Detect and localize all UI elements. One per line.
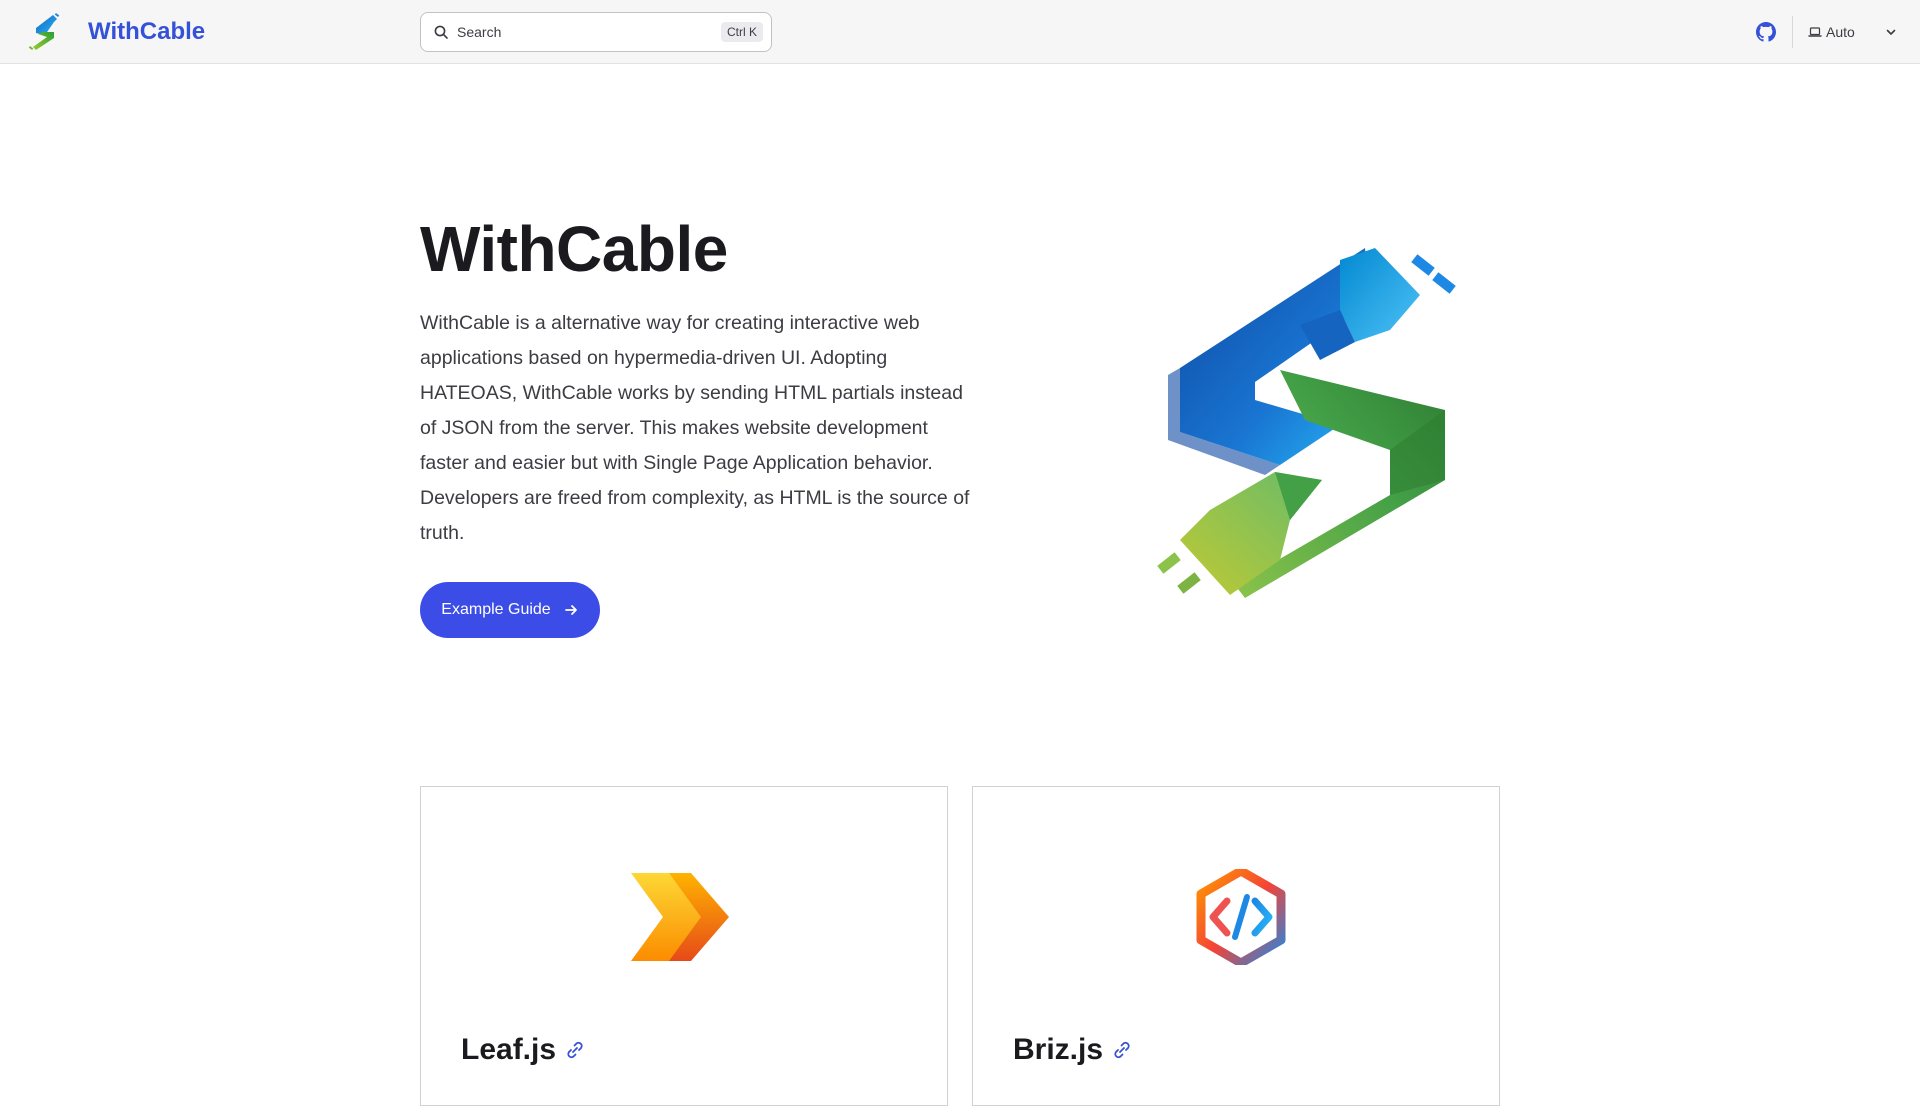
search-placeholder: Search xyxy=(457,24,502,40)
leafjs-title: Leaf.js xyxy=(461,1033,557,1066)
code-hexagon-icon xyxy=(1196,869,1286,965)
github-link[interactable] xyxy=(1756,22,1776,42)
brand-link[interactable]: WithCable xyxy=(26,12,205,52)
withcable-logo-icon xyxy=(28,13,60,50)
hero-title: WithCable xyxy=(420,213,728,285)
feature-title-leafjs: Leaf.js xyxy=(461,1033,586,1067)
laptop-icon xyxy=(1808,27,1822,37)
search-button[interactable]: Search Ctrl K xyxy=(420,12,772,52)
chevron-down-icon xyxy=(1886,29,1896,35)
brand-name: WithCable xyxy=(88,18,206,45)
top-navbar: WithCable Search Ctrl K Auto xyxy=(0,0,1920,64)
nav-divider xyxy=(1792,16,1793,48)
withcable-hero-logo xyxy=(1157,248,1456,598)
feature-card-brizjs: Briz.js xyxy=(972,786,1500,1106)
arrow-right-icon xyxy=(564,605,577,615)
theme-selector[interactable]: Auto xyxy=(1808,16,1898,48)
link-icon[interactable] xyxy=(1111,1039,1133,1061)
theme-label: Auto xyxy=(1826,24,1855,40)
github-icon xyxy=(1756,22,1776,42)
brizjs-title: Briz.js xyxy=(1013,1033,1104,1066)
example-guide-button[interactable]: Example Guide xyxy=(420,582,600,638)
link-icon[interactable] xyxy=(564,1039,586,1061)
search-shortcut: Ctrl K xyxy=(721,22,763,42)
feature-card-leafjs: Leaf.js xyxy=(420,786,948,1106)
hero-description: WithCable is a alternative way for creat… xyxy=(420,312,970,544)
feature-title-brizjs: Briz.js xyxy=(1013,1033,1133,1067)
chevron-arrow-icon xyxy=(631,873,729,961)
search-icon xyxy=(434,25,448,39)
cta-label: Example Guide xyxy=(441,601,551,618)
